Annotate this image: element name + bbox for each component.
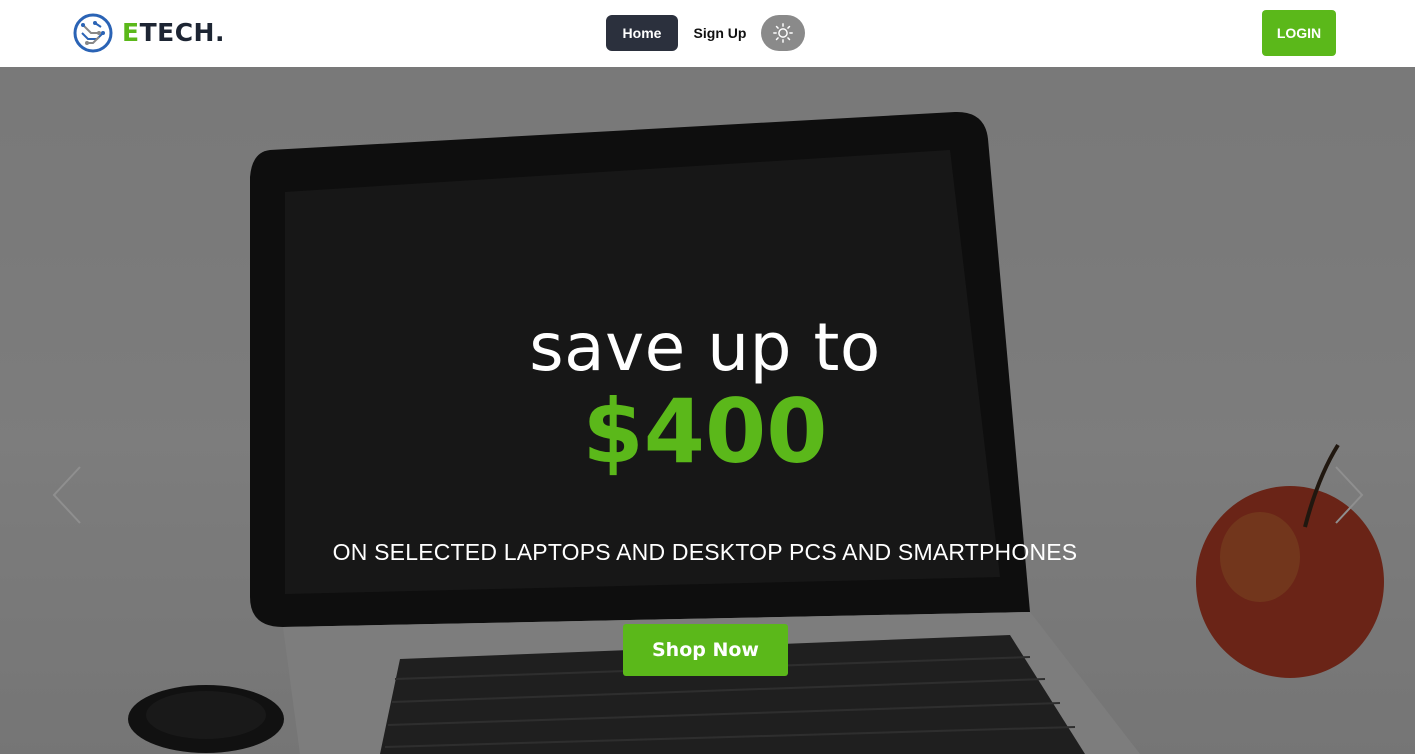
- brand-first-letter: E: [122, 18, 140, 47]
- shop-now-button[interactable]: Shop Now: [623, 624, 788, 676]
- circuit-logo-icon: [73, 13, 113, 53]
- hero-discount-amount: $400: [582, 380, 828, 483]
- nav-home-link[interactable]: Home: [606, 15, 678, 51]
- hero-title: save up to: [529, 309, 881, 386]
- top-navbar: ETECH. Home Sign Up LOGIN: [0, 0, 1415, 67]
- brand-name: ETECH.: [122, 13, 225, 53]
- hero-carousel: save up to $400 ON SELECTED LAPTOPS AND …: [0, 67, 1415, 754]
- login-button[interactable]: LOGIN: [1262, 10, 1336, 56]
- brand-link[interactable]: ETECH.: [73, 13, 225, 53]
- theme-toggle-button[interactable]: [761, 15, 805, 51]
- brand-rest: TECH.: [139, 18, 225, 47]
- hero-subtitle: ON SELECTED LAPTOPS AND DESKTOP PCS AND …: [332, 539, 1078, 565]
- sun-icon: [773, 23, 793, 43]
- nav-signup-link[interactable]: Sign Up: [688, 15, 752, 51]
